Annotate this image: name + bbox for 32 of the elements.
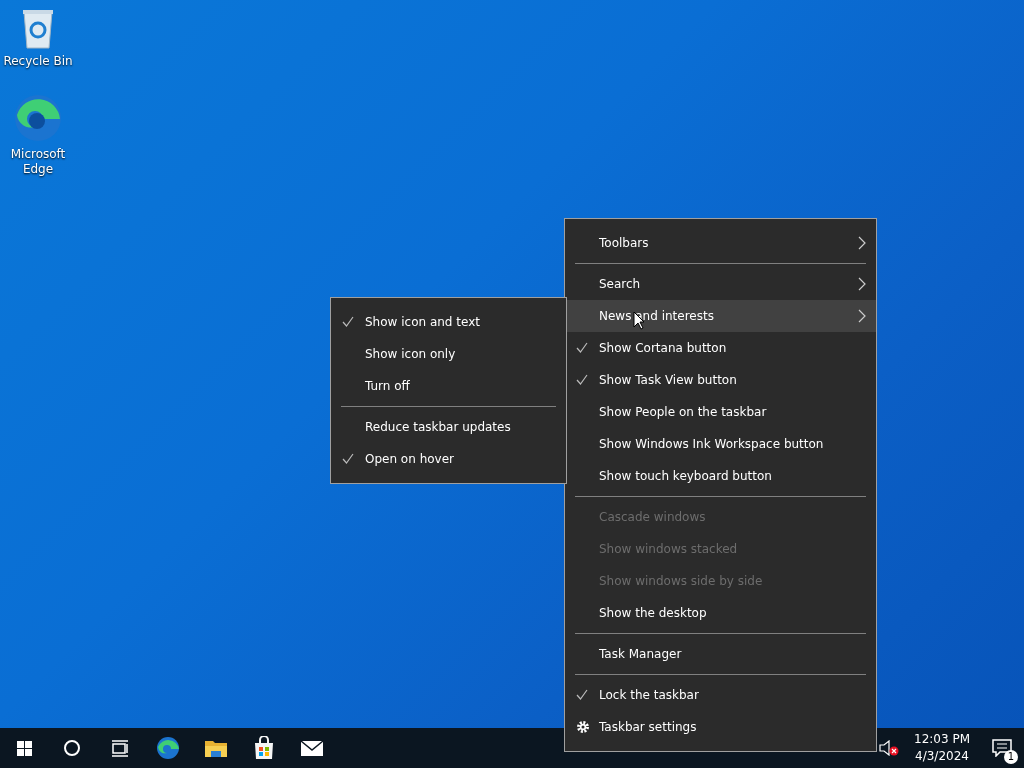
clock-time: 12:03 PM: [914, 731, 970, 748]
menu-item[interactable]: Toolbars: [565, 227, 876, 259]
menu-item[interactable]: Search: [565, 268, 876, 300]
notification-count: 1: [1004, 750, 1018, 764]
menu-item[interactable]: Reduce taskbar updates: [331, 411, 566, 443]
menu-item[interactable]: Lock the taskbar: [565, 679, 876, 711]
task-view-icon: [111, 739, 129, 757]
menu-item[interactable]: Show the desktop: [565, 597, 876, 629]
menu-item[interactable]: Show Cortana button: [565, 332, 876, 364]
edge-icon: [156, 736, 180, 760]
edge-icon: [13, 93, 63, 143]
menu-item[interactable]: Taskbar settings: [565, 711, 876, 743]
menu-item[interactable]: Show touch keyboard button: [565, 460, 876, 492]
clock-date: 4/3/2024: [915, 748, 969, 765]
gear-icon: [576, 720, 590, 734]
clock[interactable]: 12:03 PM 4/3/2024: [904, 731, 980, 765]
muted-speaker-icon[interactable]: [879, 740, 899, 756]
menu-item[interactable]: Show icon and text: [331, 306, 566, 338]
menu-item[interactable]: Show icon only: [331, 338, 566, 370]
desktop-icon[interactable]: Recycle Bin: [0, 6, 76, 69]
circle-icon: [63, 739, 81, 757]
menu-item[interactable]: Show Windows Ink Workspace button: [565, 428, 876, 460]
desktop-icon[interactable]: Microsoft Edge: [0, 93, 76, 177]
windows-start-icon: [15, 739, 33, 757]
menu-item[interactable]: Turn off: [331, 370, 566, 402]
icon-label: Microsoft Edge: [9, 147, 67, 177]
menu-item[interactable]: Show Task View button: [565, 364, 876, 396]
menu-item[interactable]: Task Manager: [565, 638, 876, 670]
shopping-bag-icon: [252, 736, 276, 760]
menu-item[interactable]: Show People on the taskbar: [565, 396, 876, 428]
icon-label: Recycle Bin: [3, 54, 73, 69]
menu-item[interactable]: Open on hover: [331, 443, 566, 475]
